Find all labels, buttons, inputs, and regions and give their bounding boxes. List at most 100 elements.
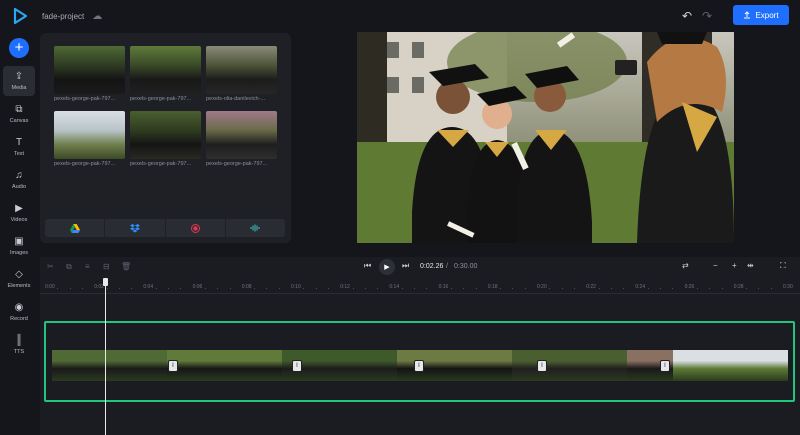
play-button[interactable]: ▶ xyxy=(379,259,395,275)
sidebar-item-label: TTS xyxy=(13,349,25,355)
ruler-tick-dot xyxy=(647,288,649,289)
cloud-upload-icon: ⇪ xyxy=(14,71,24,82)
image-icon: ▣ xyxy=(14,236,24,247)
ruler-tick-dot xyxy=(401,288,403,289)
tts-source-button[interactable] xyxy=(226,219,285,237)
ruler-tick-label: 0:26 xyxy=(684,284,695,290)
media-thumbnail[interactable] xyxy=(54,111,125,159)
sidebar-item-text[interactable]: T Text xyxy=(3,132,35,162)
google-drive-button[interactable] xyxy=(45,219,106,237)
video-icon: ▶ xyxy=(15,203,23,214)
add-media-button[interactable]: + xyxy=(9,38,29,58)
ruler-tick-dot xyxy=(770,288,772,289)
thumbnail-label: pexels-olia-danilevich-... xyxy=(206,96,265,102)
sidebar-item-videos[interactable]: ▶ Videos xyxy=(3,198,35,228)
zoom-in-icon[interactable]: + xyxy=(732,261,737,270)
sidebar-item-label: Elements xyxy=(7,283,31,289)
sidebar-item-label: Images xyxy=(9,250,29,256)
clip-frame xyxy=(259,350,282,381)
media-thumbnail[interactable] xyxy=(206,46,277,94)
fullscreen-icon[interactable]: ⛶ xyxy=(780,261,786,271)
ruler-tick-dot xyxy=(709,288,711,289)
sidebar-item-tts[interactable]: ║ TTS xyxy=(3,330,35,360)
video-preview[interactable] xyxy=(357,32,734,243)
media-thumbnail[interactable] xyxy=(130,111,201,159)
clip-frame xyxy=(374,350,397,381)
align-icon[interactable]: ≡ xyxy=(85,262,90,271)
sidebar-item-images[interactable]: ▣ Images xyxy=(3,231,35,261)
ruler-tick-label: 0:06 xyxy=(192,284,203,290)
sidebar-item-canvas[interactable]: ⧉ Canvas xyxy=(3,99,35,129)
transition-marker[interactable]: I xyxy=(168,360,178,372)
ruler-tick-dot xyxy=(377,288,379,289)
sidebar-item-audio[interactable]: ♫ Audio xyxy=(3,165,35,195)
transition-marker[interactable]: I xyxy=(292,360,302,372)
clip-frame xyxy=(75,350,98,381)
ruler-tick-dot xyxy=(364,288,366,289)
sidebar-item-label: Media xyxy=(11,85,27,91)
playhead-handle[interactable] xyxy=(103,278,108,286)
ruler-tick-dot xyxy=(106,288,108,289)
ruler-tick-dot xyxy=(217,288,219,289)
delete-icon[interactable]: 🗑 xyxy=(121,262,131,271)
export-button[interactable]: Export xyxy=(733,5,789,25)
record-icon: ◉ xyxy=(14,302,24,313)
transition-marker[interactable]: I xyxy=(414,360,424,372)
ruler-tick-dot xyxy=(155,288,157,289)
ruler-tick-dot xyxy=(672,288,674,289)
ruler-tick-dot xyxy=(610,288,612,289)
ruler-tick-label: 0:16 xyxy=(438,284,449,290)
timeline-ruler[interactable]: 0:00 0:02 0:04 0:06 0:08 0:10 0:12 0:14 0:16 0:18… xyxy=(40,282,800,294)
total-time: 0:30.00 xyxy=(454,263,478,270)
transition-marker[interactable]: I xyxy=(537,360,547,372)
media-thumbnail[interactable] xyxy=(54,46,125,94)
clip-frame xyxy=(52,350,75,381)
sidebar-item-elements[interactable]: ◇ Elements xyxy=(3,264,35,294)
sidebar-item-label: Text xyxy=(13,151,25,157)
ruler-tick-dot xyxy=(315,288,317,289)
project-name[interactable]: fade-project xyxy=(42,12,84,21)
sidebar-item-label: Videos xyxy=(10,217,28,223)
fit-icon[interactable]: ⇄ xyxy=(682,261,689,270)
logo-icon xyxy=(13,8,27,24)
redo-icon[interactable]: ↷ xyxy=(702,9,712,23)
undo-icon[interactable]: ↶ xyxy=(682,9,692,23)
media-thumbnail[interactable] xyxy=(130,46,201,94)
dropbox-button[interactable] xyxy=(105,219,166,237)
ruler-tick-label: 0:18 xyxy=(487,284,498,290)
ruler-tick-dot xyxy=(81,288,83,289)
zoom-out-icon[interactable]: − xyxy=(713,261,718,270)
duplicate-icon[interactable]: ⧉ xyxy=(66,262,72,272)
ruler-tick-label: 0:24 xyxy=(635,284,646,290)
current-time: 0:02.26 xyxy=(420,263,444,270)
clip-frame xyxy=(673,350,696,381)
split-icon[interactable]: ✂ xyxy=(47,262,54,271)
ruler-tick-label: 0:00 xyxy=(45,284,55,290)
sidebar-item-media[interactable]: ⇪ Media xyxy=(3,66,35,96)
record-source-button[interactable] xyxy=(166,219,226,237)
clip-frame xyxy=(328,350,351,381)
media-thumbnail[interactable] xyxy=(206,111,277,159)
playhead[interactable] xyxy=(105,279,106,435)
media-panel: pexels-george-pak-797... pexels-george-p… xyxy=(40,33,291,243)
ruler-tick-dot xyxy=(352,288,354,289)
ruler-tick-dot xyxy=(463,288,465,289)
clip-frame xyxy=(213,350,236,381)
layers-icon[interactable]: ⊟ xyxy=(103,262,110,271)
skip-back-icon[interactable]: ⏮ xyxy=(364,261,371,271)
ruler-tick-dot xyxy=(180,288,182,289)
thumbnail-label: pexels-george-pak-797... xyxy=(206,161,268,167)
thumbnail-label: pexels-george-pak-797... xyxy=(54,96,116,102)
soundwave-icon: ║ xyxy=(15,335,23,346)
thumbnail-label: pexels-george-pak-797... xyxy=(130,161,192,167)
clip-frame xyxy=(351,350,374,381)
transition-marker[interactable]: I xyxy=(660,360,670,372)
skip-forward-icon[interactable]: ⏭ xyxy=(402,261,409,271)
ruler-tick-dot xyxy=(561,288,563,289)
fit-width-icon[interactable]: ⇹ xyxy=(747,261,754,270)
clip-frame xyxy=(512,350,535,381)
sidebar-item-record[interactable]: ◉ Record xyxy=(3,297,35,327)
app-logo[interactable] xyxy=(0,0,40,32)
ruler-tick-dot xyxy=(266,288,268,289)
ruler-tick-dot xyxy=(475,288,477,289)
